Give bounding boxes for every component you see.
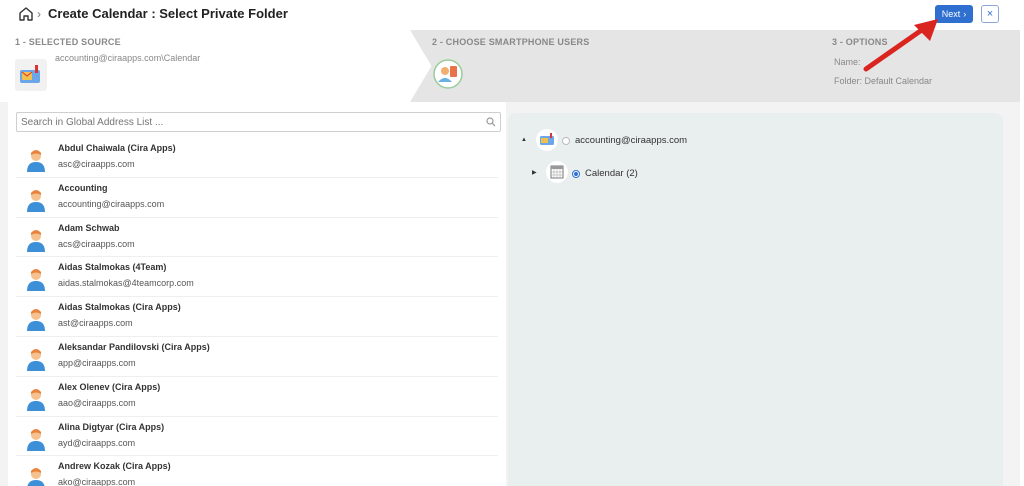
user-avatar-icon bbox=[27, 388, 45, 411]
tree-root-label[interactable]: accounting@ciraapps.com bbox=[575, 135, 687, 146]
contact-email: app@ciraapps.com bbox=[58, 357, 136, 368]
list-item[interactable]: Alina Digtyar (Cira Apps) ayd@ciraapps.c… bbox=[16, 417, 498, 457]
contact-list: Abdul Chaiwala (Cira Apps) asc@ciraapps.… bbox=[16, 138, 498, 486]
step-choose-users[interactable]: 2 - CHOOSE SMARTPHONE USERS bbox=[410, 30, 840, 102]
user-avatar-icon bbox=[27, 428, 45, 451]
step3-title: 3 - OPTIONS bbox=[832, 37, 888, 47]
mailbox-icon bbox=[536, 129, 558, 151]
user-avatar-icon bbox=[27, 189, 45, 212]
step1-title: 1 - SELECTED SOURCE bbox=[15, 37, 121, 47]
contact-name: Aidas Stalmokas (4Team) bbox=[58, 262, 167, 273]
contact-name: Alex Olenev (Cira Apps) bbox=[58, 381, 161, 392]
list-item[interactable]: Aidas Stalmokas (4Team) aidas.stalmokas@… bbox=[16, 257, 498, 298]
user-avatar-icon bbox=[27, 309, 45, 332]
tree-child-label[interactable]: Calendar (2) bbox=[585, 168, 638, 179]
list-item[interactable]: Adam Schwab acs@ciraapps.com bbox=[16, 218, 498, 258]
contact-name: Aleksandar Pandilovski (Cira Apps) bbox=[58, 341, 210, 352]
contact-name: Accounting bbox=[58, 182, 108, 193]
source-path: accounting@ciraapps.com\Calendar bbox=[55, 53, 201, 63]
search-icon[interactable] bbox=[486, 117, 496, 127]
user-avatar-icon bbox=[27, 269, 45, 292]
list-item[interactable]: Aidas Stalmokas (Cira Apps) ast@ciraapps… bbox=[16, 297, 498, 337]
contact-email: aidas.stalmokas@4teamcorp.com bbox=[58, 278, 194, 289]
contact-name: Aidas Stalmokas (Cira Apps) bbox=[58, 302, 181, 313]
user-avatar-icon bbox=[27, 468, 45, 486]
main-area: Abdul Chaiwala (Cira Apps) asc@ciraapps.… bbox=[0, 102, 1020, 486]
list-item[interactable]: Andrew Kozak (Cira Apps) ako@ciraapps.co… bbox=[16, 456, 498, 486]
contact-email: accounting@ciraapps.com bbox=[58, 198, 165, 209]
address-list-panel: Abdul Chaiwala (Cira Apps) asc@ciraapps.… bbox=[8, 102, 506, 486]
list-item[interactable]: Abdul Chaiwala (Cira Apps) asc@ciraapps.… bbox=[16, 138, 498, 178]
close-button[interactable]: × bbox=[981, 5, 999, 23]
contact-email: ayd@ciraapps.com bbox=[58, 437, 136, 448]
calendar-radio[interactable] bbox=[572, 170, 580, 178]
contact-email: asc@ciraapps.com bbox=[58, 159, 135, 169]
folder-tree-panel: ▲ accounting@ciraapps.com ▶ Calendar (2) bbox=[508, 113, 1003, 486]
contact-name: Abdul Chaiwala (Cira Apps) bbox=[58, 143, 176, 153]
user-avatar-icon bbox=[27, 348, 45, 371]
contact-name: Andrew Kozak (Cira Apps) bbox=[58, 461, 171, 472]
next-button-label: Next bbox=[941, 9, 961, 19]
contact-email: acs@ciraapps.com bbox=[58, 238, 135, 249]
user-avatar-icon bbox=[27, 150, 45, 172]
contact-email: ako@ciraapps.com bbox=[58, 477, 136, 486]
smartphone-users-icon bbox=[433, 59, 463, 89]
list-item[interactable]: Accounting accounting@ciraapps.com bbox=[16, 178, 498, 218]
user-avatar-icon bbox=[27, 229, 45, 252]
collapse-arrow-icon[interactable]: ▲ bbox=[521, 137, 527, 143]
search-input[interactable] bbox=[16, 112, 501, 132]
option-name: Name: bbox=[834, 57, 861, 67]
contact-email: ast@ciraapps.com bbox=[58, 318, 133, 329]
root-radio[interactable] bbox=[562, 137, 570, 145]
page-title: Create Calendar : Select Private Folder bbox=[48, 6, 288, 21]
calendar-icon bbox=[546, 161, 568, 183]
breadcrumb-chevron-icon: › bbox=[37, 7, 41, 21]
mailbox-icon bbox=[15, 59, 47, 91]
home-icon[interactable] bbox=[18, 6, 34, 22]
list-item[interactable]: Aleksandar Pandilovski (Cira Apps) app@c… bbox=[16, 337, 498, 377]
expand-arrow-icon[interactable]: ▶ bbox=[532, 169, 537, 176]
step2-title: 2 - CHOOSE SMARTPHONE USERS bbox=[432, 37, 590, 47]
option-folder: Folder: Default Calendar bbox=[834, 76, 933, 86]
next-button[interactable]: Next › bbox=[935, 5, 973, 23]
close-icon: × bbox=[986, 8, 994, 20]
contact-email: aao@ciraapps.com bbox=[58, 397, 136, 408]
step-selected-source: 1 - SELECTED SOURCE accounting@ciraapps.… bbox=[0, 30, 430, 102]
contact-name: Alina Digtyar (Cira Apps) bbox=[58, 421, 165, 432]
chevron-right-icon: › bbox=[963, 9, 967, 19]
list-item[interactable]: Alex Olenev (Cira Apps) aao@ciraapps.com bbox=[16, 377, 498, 417]
contact-name: Adam Schwab bbox=[58, 222, 120, 233]
wizard-steps: 1 - SELECTED SOURCE accounting@ciraapps.… bbox=[0, 30, 1020, 102]
header: › Create Calendar : Select Private Folde… bbox=[0, 0, 1024, 30]
